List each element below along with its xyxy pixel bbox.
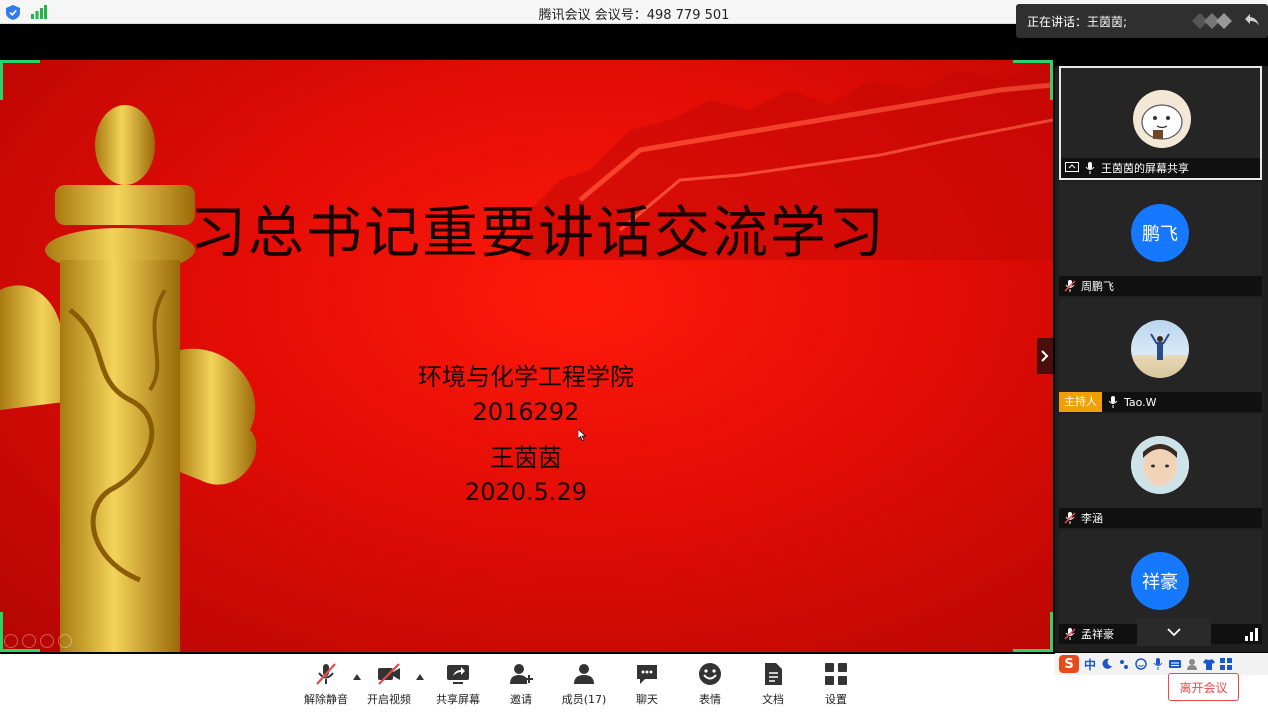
participant-tile[interactable]: 王茵茵的屏幕共享	[1059, 66, 1262, 180]
keyboard-icon[interactable]	[1169, 658, 1182, 670]
participant-bar: 王茵茵的屏幕共享	[1061, 158, 1260, 178]
ime-language-toggle[interactable]: 中	[1084, 656, 1096, 673]
members-button[interactable]: 成员(17)	[552, 662, 616, 707]
microphone-icon	[1085, 162, 1095, 174]
host-badge: 主持人	[1059, 392, 1102, 412]
settings-label: 设置	[825, 693, 847, 706]
share-frame-corner	[1013, 612, 1053, 652]
slide-student-id: 2016292	[472, 398, 580, 426]
chevron-right-icon	[1041, 350, 1049, 362]
network-status-icon[interactable]	[1245, 627, 1259, 641]
huabiao-pillar-image	[0, 105, 257, 652]
video-options-caret-icon[interactable]	[416, 674, 424, 680]
participant-avatar	[1133, 90, 1191, 148]
participant-name: 周鹏飞	[1081, 280, 1114, 293]
emoji-label: 表情	[699, 693, 721, 706]
chevron-down-icon	[1167, 627, 1181, 636]
cartoon-avatar-icon	[1141, 104, 1183, 140]
smiley-icon	[699, 663, 721, 685]
participant-avatar	[1131, 436, 1189, 494]
participant-name: Tao.W	[1124, 395, 1157, 409]
screen-share-icon	[1065, 162, 1079, 172]
members-label: 成员(17)	[561, 693, 607, 706]
start-video-button[interactable]: 开启视频	[357, 662, 421, 707]
share-frame-corner	[0, 612, 40, 652]
speaking-text: 正在讲话：王茵茵;	[1027, 15, 1128, 29]
participant-tile[interactable]: 李涵	[1059, 414, 1262, 528]
ime-toolbar: S 中	[1055, 653, 1268, 675]
participant-name: 孟祥豪	[1081, 628, 1114, 641]
meeting-window: 腾讯会议 会议号：498 779 501 正在讲话：王茵茵; 习总书记重要讲话交…	[0, 0, 1268, 713]
leave-meeting-button[interactable]: 离开会议	[1168, 673, 1239, 701]
participant-avatar: 鹏飞	[1131, 204, 1189, 262]
moon-icon[interactable]	[1101, 658, 1113, 670]
chat-bubble-icon	[637, 665, 657, 684]
participant-avatar: 祥豪	[1131, 552, 1189, 610]
scroll-down-button[interactable]	[1137, 618, 1211, 646]
audio-wave-icon	[1192, 13, 1232, 29]
add-user-icon	[510, 664, 533, 684]
share-frame-corner	[0, 60, 40, 100]
share-frame-corner	[1013, 60, 1053, 100]
slide-menu-icon[interactable]	[58, 634, 72, 648]
user-center-icon[interactable]	[1186, 658, 1198, 670]
microphone-muted-icon	[1064, 628, 1076, 640]
emoji-button[interactable]: 表情	[678, 662, 742, 707]
participant-tile[interactable]: 主持人 Tao.W	[1059, 298, 1262, 412]
share-screen-icon	[447, 665, 469, 684]
participant-tile[interactable]: 鹏飞 周鹏飞	[1059, 182, 1262, 296]
invite-button[interactable]: 邀请	[489, 662, 553, 707]
microphone-muted-icon	[316, 663, 336, 685]
participant-name: 李涵	[1081, 512, 1103, 525]
child-photo-icon	[1131, 436, 1189, 494]
mouse-cursor-icon	[578, 429, 586, 441]
skin-shirt-icon[interactable]	[1203, 658, 1216, 670]
document-icon	[765, 663, 782, 685]
punctuation-icon[interactable]	[1118, 658, 1130, 670]
settings-grid-icon	[825, 663, 847, 685]
shared-screen: 习总书记重要讲话交流学习 环境与化学工程学院 2016292 王茵茵 2020.…	[0, 60, 1053, 652]
unmute-button[interactable]: 解除静音	[294, 662, 358, 707]
participant-avatar	[1131, 320, 1189, 378]
slide-date: 2020.5.29	[464, 478, 588, 506]
start-video-label: 开启视频	[367, 693, 411, 706]
microphone-muted-icon	[1064, 280, 1076, 292]
voice-input-icon[interactable]	[1152, 658, 1164, 670]
presentation-slide: 习总书记重要讲话交流学习 环境与化学工程学院 2016292 王茵茵 2020.…	[0, 60, 1053, 652]
slide-title: 习总书记重要讲话交流学习	[190, 201, 886, 266]
participant-name: 王茵茵的屏幕共享	[1101, 162, 1189, 175]
sogou-logo[interactable]: S	[1059, 655, 1079, 673]
exit-view-icon[interactable]	[1244, 13, 1260, 27]
slide-school: 环境与化学工程学院	[418, 363, 634, 391]
invite-label: 邀请	[510, 693, 532, 706]
participant-bar: 周鹏飞	[1059, 276, 1262, 296]
participant-bar: 李涵	[1059, 508, 1262, 528]
speaking-indicator: 正在讲话：王茵茵;	[1016, 4, 1268, 38]
members-icon	[574, 664, 594, 684]
slide-pen-icon[interactable]	[40, 634, 54, 648]
emoji-face-icon[interactable]	[1135, 658, 1147, 670]
documents-label: 文档	[762, 693, 784, 706]
settings-button[interactable]: 设置	[804, 662, 868, 707]
camera-off-icon	[378, 663, 400, 685]
chat-button[interactable]: 聊天	[615, 662, 679, 707]
expand-panel-button[interactable]	[1037, 338, 1053, 374]
documents-button[interactable]: 文档	[741, 662, 805, 707]
microphone-muted-icon	[1064, 512, 1076, 524]
chat-label: 聊天	[636, 693, 658, 706]
share-screen-button[interactable]: 共享屏幕	[426, 662, 490, 707]
beach-photo-icon	[1150, 333, 1170, 360]
microphone-icon	[1108, 396, 1118, 408]
toolbox-grid-icon[interactable]	[1220, 658, 1233, 670]
participants-panel: 王茵茵的屏幕共享 鹏飞 周鹏飞 主持人 Tao.W 李涵 祥豪 孟祥豪	[1055, 66, 1268, 652]
unmute-label: 解除静音	[304, 693, 348, 706]
slide-name: 王茵茵	[490, 444, 562, 472]
share-screen-label: 共享屏幕	[436, 693, 480, 706]
participant-bar: 主持人 Tao.W	[1059, 392, 1262, 412]
